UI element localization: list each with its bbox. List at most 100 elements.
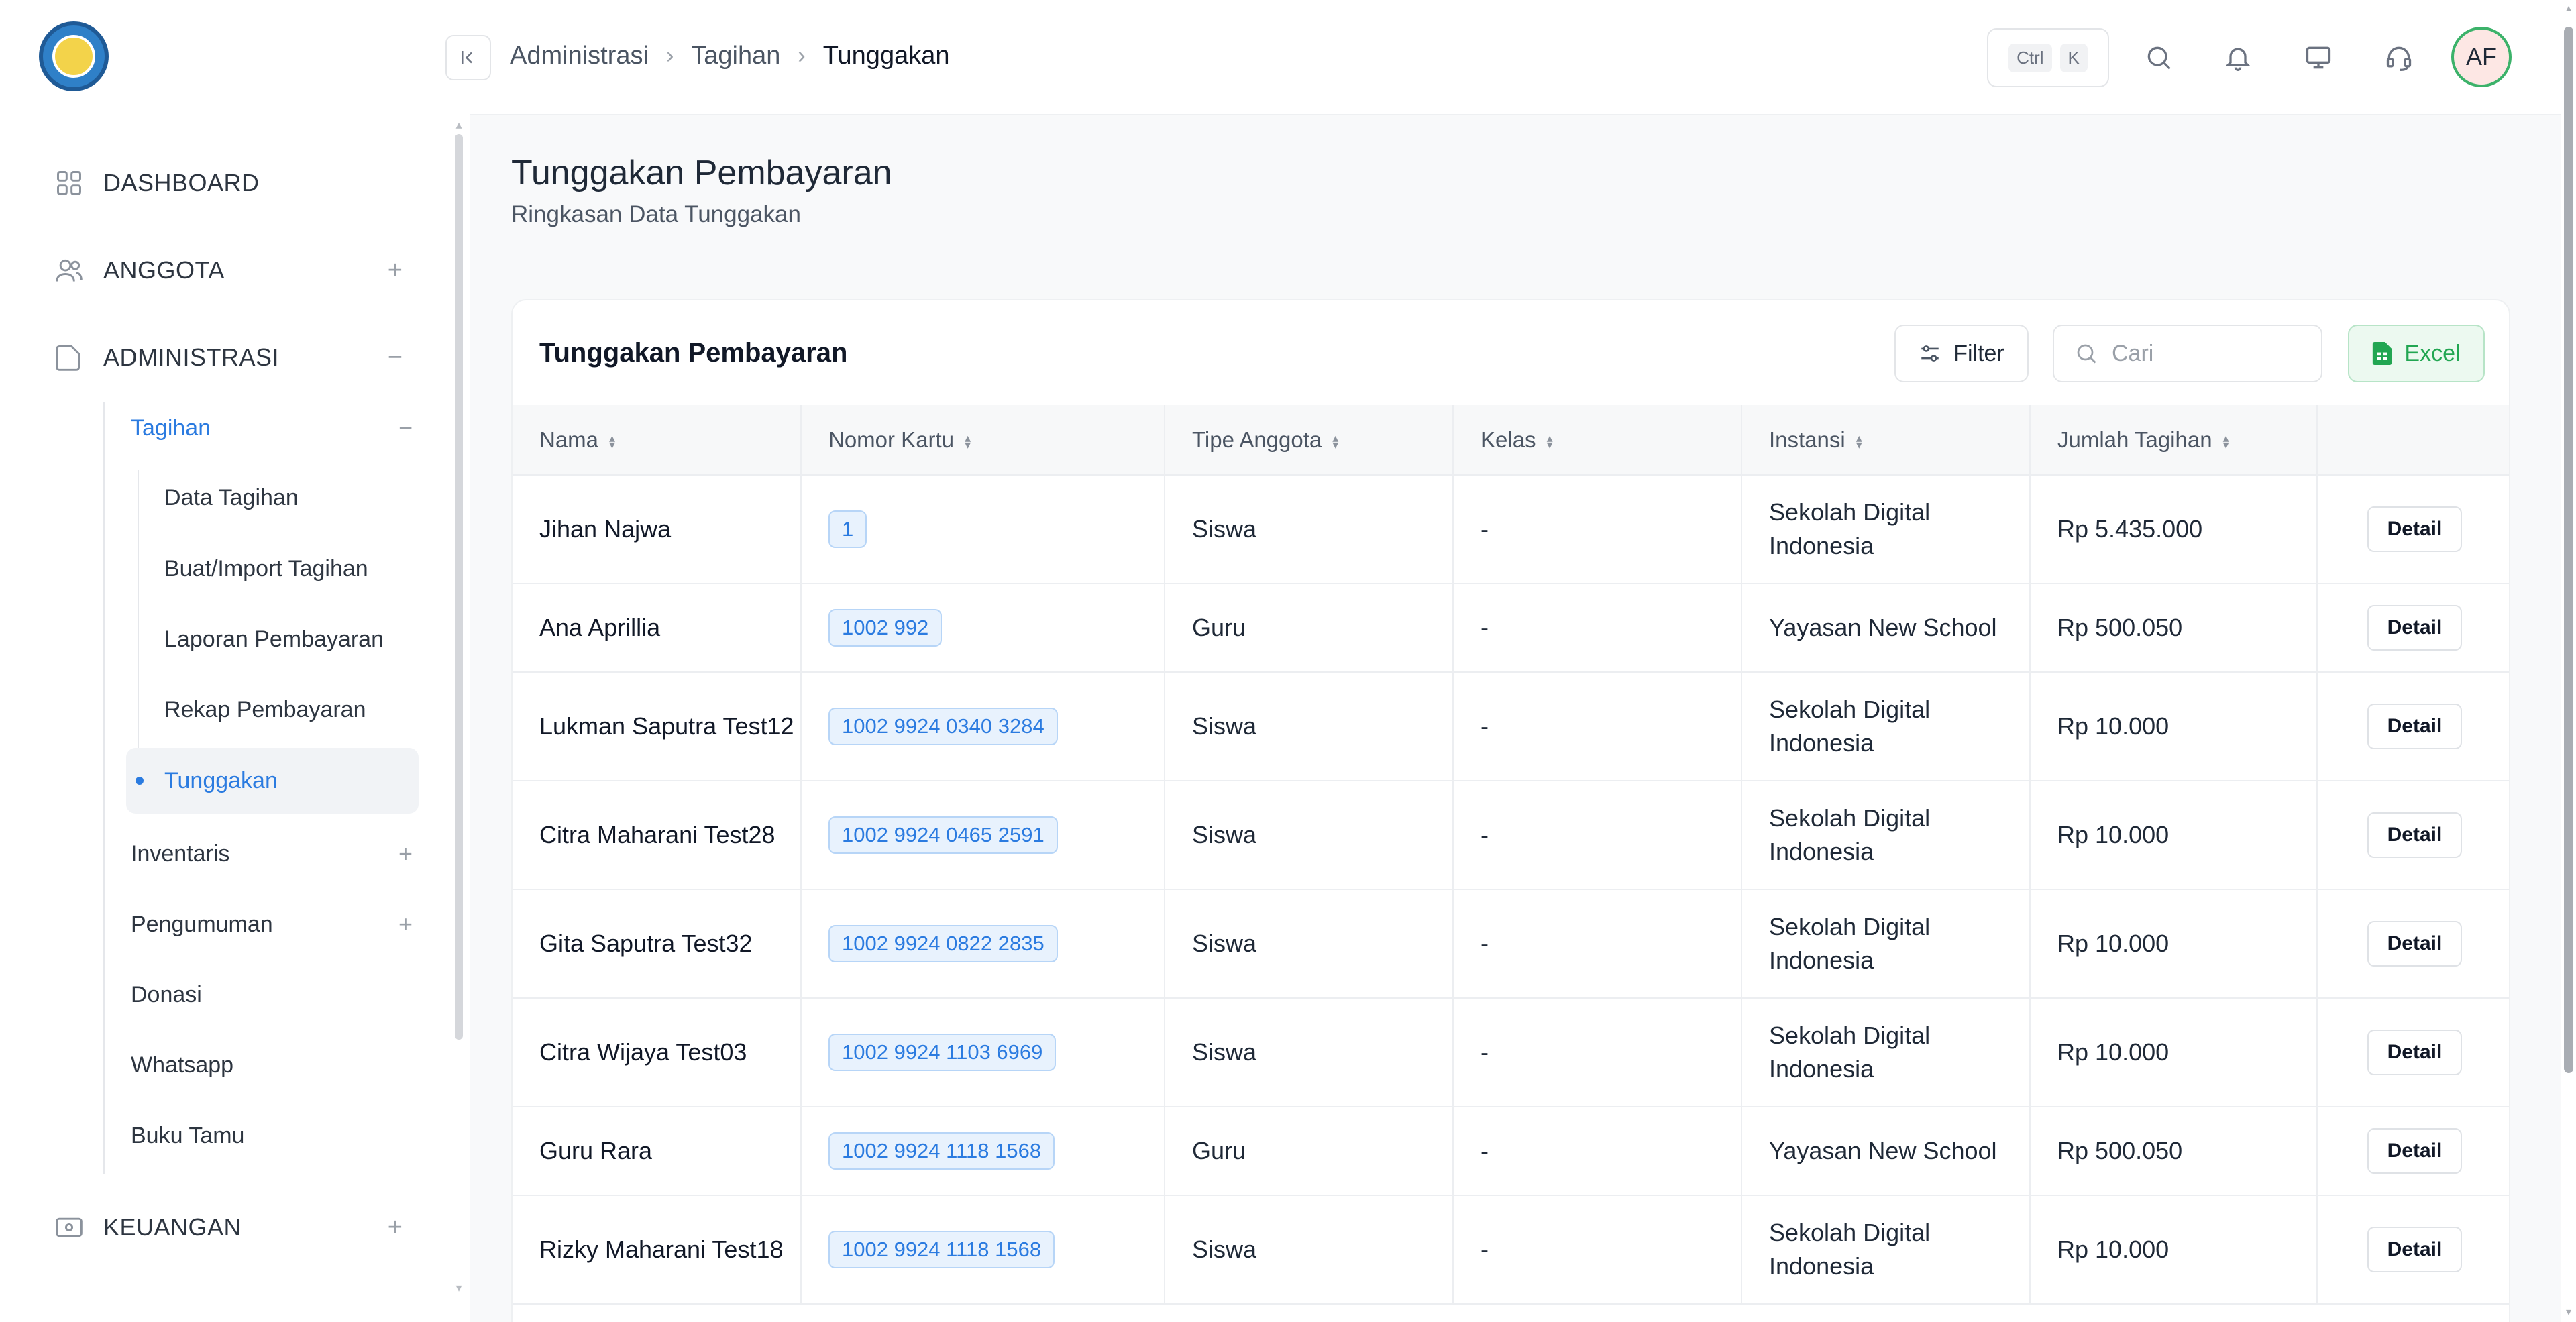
cell-actions: Detail [2317,1195,2509,1305]
column-label: Jumlah Tagihan [2057,427,2212,452]
sidebar-item-label: Buku Tamu [131,1122,245,1148]
collapse-icon[interactable]: − [388,343,402,372]
sort-icon[interactable]: ▴ ▾ [609,432,615,451]
card-title: Tunggakan Pembayaran [539,338,848,368]
sidebar-item-label: KEUANGAN [103,1213,242,1241]
cell-nama: Jihan Najwa [513,475,802,584]
sidebar-item-donasi[interactable]: Donasi [131,975,413,1015]
search-icon [2077,344,2096,364]
table-row: Jihan Najwa 1 Siswa - Sekolah Digital In… [513,475,2509,584]
cell-kelas: - [1453,475,1742,584]
scroll-up-arrow-icon[interactable]: ▴ [452,119,466,131]
sort-icon[interactable]: ▴ ▾ [1856,432,1862,451]
sidebar-item-pengumuman[interactable]: Pengumuman + [131,904,413,944]
sort-icon[interactable]: ▴ ▾ [1332,432,1338,451]
page-scrollbar-thumb[interactable] [2564,27,2573,1073]
sidebar-item-label: Tunggakan [164,768,278,793]
sidebar-item-tagihan[interactable]: Tagihan − [131,408,413,448]
detail-button[interactable]: Detail [2367,605,2463,651]
headset-icon[interactable] [2380,39,2418,76]
expand-icon[interactable]: + [398,910,413,938]
sidebar-item-buku-tamu[interactable]: Buku Tamu [131,1115,413,1156]
kbd-ctrl: Ctrl [2008,43,2052,72]
sidebar-item-whatsapp[interactable]: Whatsapp [131,1045,413,1085]
table-row: Guru Rara 1002 9924 1118 1568 Guru - Yay… [513,1107,2509,1196]
collapse-sidebar-button[interactable] [445,35,491,80]
expand-icon[interactable]: + [388,1213,402,1242]
search-field[interactable] [2053,325,2322,382]
wallet-icon [54,1212,85,1243]
cell-actions: Detail [2317,1107,2509,1196]
card-number-tag: 1002 9924 0465 2591 [828,816,1058,854]
scroll-down-arrow-icon[interactable]: ▾ [452,1282,466,1294]
scroll-down-arrow-icon[interactable]: ▾ [2563,1307,2575,1318]
cell-kelas: - [1453,998,1742,1107]
bell-icon[interactable] [2219,39,2257,76]
column-header-tipe-anggota[interactable]: Tipe Anggota ▴ ▾ [1165,405,1454,476]
sidebar-item-rekap-pembayaran[interactable]: Rekap Pembayaran [164,690,366,730]
detail-button[interactable]: Detail [2367,1030,2463,1075]
cell-actions: Detail [2317,889,2509,999]
cell-instansi: Yayasan New School [1741,584,2031,673]
sidebar-item-laporan-pembayaran[interactable]: Laporan Pembayaran [164,619,384,659]
cell-jumlah: Rp 10.000 [2030,672,2318,781]
tree-connector [138,470,139,758]
collapse-left-icon [462,51,472,64]
monitor-icon[interactable] [2300,39,2337,76]
spreadsheet-icon [2373,342,2392,365]
expand-icon[interactable]: + [388,256,402,285]
sidebar-scrollbar[interactable] [455,134,463,1040]
cell-tipe: Siswa [1165,889,1454,999]
active-dot-icon [136,777,144,785]
cell-nomor-kartu: 1002 9924 0465 2591 [801,781,1165,890]
column-header-kelas[interactable]: Kelas ▴ ▾ [1453,405,1742,476]
cell-jumlah: Rp 500.050 [2030,584,2318,673]
command-palette-button[interactable]: Ctrl K [1987,28,2109,87]
cell-tipe: Siswa [1165,781,1454,890]
column-header-nama[interactable]: Nama ▴ ▾ [513,405,802,476]
collapse-icon[interactable]: − [398,414,413,442]
sidebar-item-tunggakan[interactable]: Tunggakan [126,748,419,814]
cell-tipe: Siswa [1165,672,1454,781]
sidebar-item-keuangan[interactable]: KEUANGAN + [54,1207,416,1248]
detail-button[interactable]: Detail [2367,506,2463,552]
sort-icon[interactable]: ▴ ▾ [965,432,971,451]
tut-wuri-logo [39,21,109,91]
cell-tipe: Siswa [1165,998,1454,1107]
breadcrumb-tunggakan: Tunggakan [822,42,950,70]
expand-icon[interactable]: + [398,840,413,868]
cell-nama: Gita Saputra Test32 [513,889,802,999]
sidebar-item-administrasi[interactable]: ADMINISTRASI − [54,337,416,378]
detail-button[interactable]: Detail [2367,921,2463,967]
sidebar-item-dashboard[interactable]: DASHBOARD [54,163,416,203]
cell-instansi: Sekolah Digital Indonesia [1741,672,2031,781]
column-header-nomor-kartu[interactable]: Nomor Kartu ▴ ▾ [801,405,1165,476]
column-label: Nama [539,427,599,452]
table-row: Lukman Saputra Test12 1002 9924 0340 328… [513,672,2509,781]
column-header-jumlah-tagihan[interactable]: Jumlah Tagihan ▴ ▾ [2030,405,2318,476]
detail-button[interactable]: Detail [2367,1227,2463,1272]
cell-kelas: - [1453,1107,1742,1196]
sidebar-item-data-tagihan[interactable]: Data Tagihan [164,478,299,518]
filter-button[interactable]: Filter [1894,325,2029,382]
sidebar-item-buat-import-tagihan[interactable]: Buat/Import Tagihan [164,549,368,589]
sidebar-item-label: Donasi [131,981,202,1007]
sidebar-item-inventaris[interactable]: Inventaris + [131,834,413,874]
detail-button[interactable]: Detail [2367,704,2463,749]
detail-button[interactable]: Detail [2367,812,2463,858]
detail-button[interactable]: Detail [2367,1128,2463,1174]
page-scrollbar[interactable]: ▴ ▾ [2561,0,2576,1322]
cell-nomor-kartu: 1002 992 [801,584,1165,673]
search-input[interactable] [2112,340,2313,367]
user-avatar[interactable]: AF [2451,27,2512,87]
breadcrumb-tagihan[interactable]: Tagihan [691,42,780,70]
scroll-up-arrow-icon[interactable]: ▴ [2563,3,2575,14]
sidebar-item-anggota[interactable]: ANGGOTA + [54,250,416,290]
search-icon[interactable] [2140,39,2178,76]
export-excel-button[interactable]: Excel [2348,325,2485,382]
column-header-instansi[interactable]: Instansi ▴ ▾ [1741,405,2031,476]
cell-instansi: Sekolah Digital Indonesia [1741,475,2031,584]
sort-icon[interactable]: ▴ ▾ [1547,432,1553,451]
sort-icon[interactable]: ▴ ▾ [2223,432,2229,451]
breadcrumb-administrasi[interactable]: Administrasi [510,42,649,70]
